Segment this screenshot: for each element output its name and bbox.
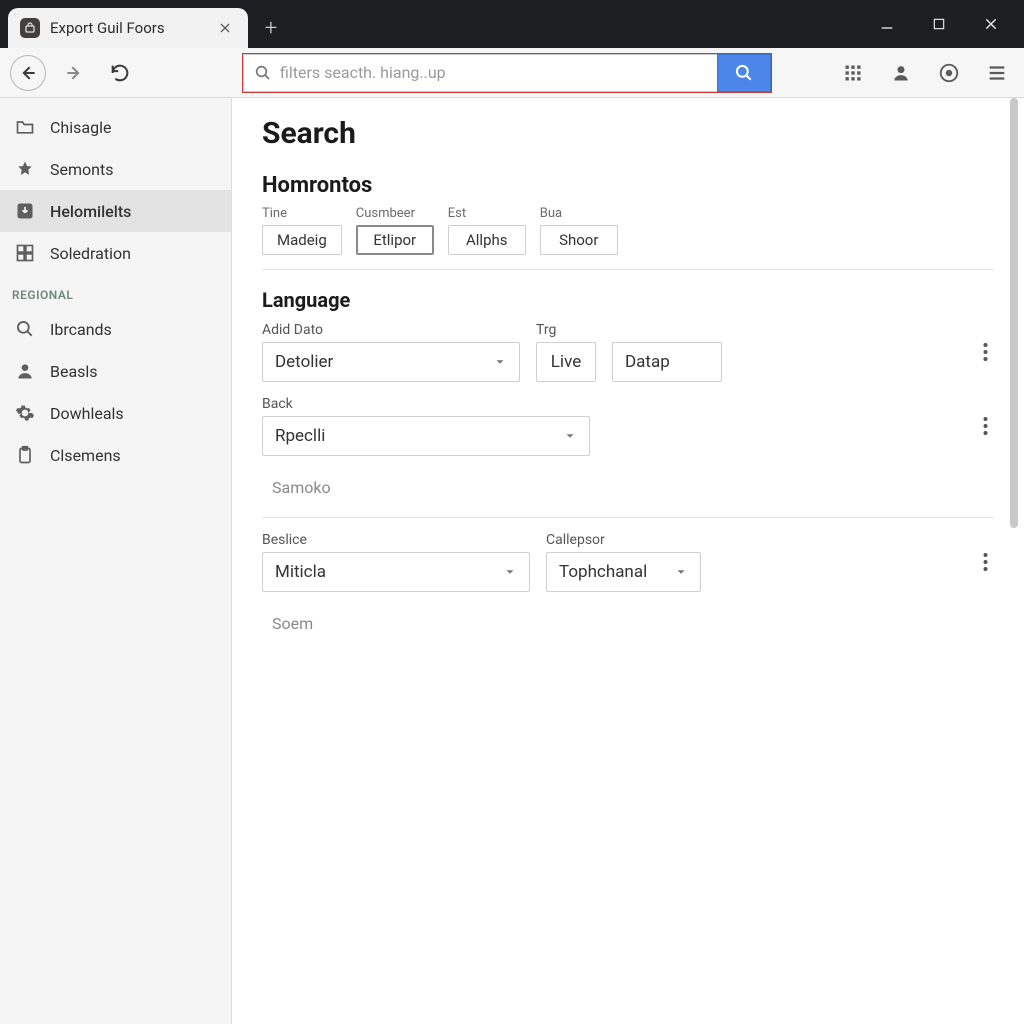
chevron-down-icon xyxy=(503,565,517,579)
pill-button-madeig[interactable]: Madeig xyxy=(262,225,342,255)
page-title: Search xyxy=(262,116,994,151)
form-row-3: Beslice Miticla Callepsor Tophchanal xyxy=(262,532,994,592)
address-input[interactable] xyxy=(280,63,707,82)
search-icon xyxy=(734,63,754,83)
sidebar-item-semonts[interactable]: Semonts xyxy=(0,148,231,190)
pill-group: Cusmbeer Etlipor xyxy=(356,206,434,255)
filter-pill-row: Tine Madeig Cusmbeer Etlipor Est Allphs Bua Sho… xyxy=(262,206,994,270)
row-menu-button[interactable] xyxy=(977,410,994,442)
nav-back-button[interactable] xyxy=(10,55,46,91)
hamburger-menu-icon[interactable] xyxy=(984,60,1010,86)
textbox-datap[interactable]: Datap xyxy=(612,342,722,382)
field-label: Callepsor xyxy=(546,532,701,548)
section-language-title: Language xyxy=(262,288,994,312)
ghost-row: Soem xyxy=(262,606,994,647)
nav-reload-button[interactable] xyxy=(102,55,138,91)
select-value: Tophchanal xyxy=(559,562,647,582)
address-bar[interactable] xyxy=(243,54,717,92)
folder-icon xyxy=(14,116,36,138)
window-minimize-button[interactable] xyxy=(874,11,900,37)
select-rpeclli[interactable]: Rpeclli xyxy=(262,416,590,456)
row-menu-button[interactable] xyxy=(977,336,994,368)
select-value: Rpeclli xyxy=(275,426,325,446)
sidebar-item-helomilelts[interactable]: Helomilelts xyxy=(0,190,231,232)
sidebar-item-label: Semonts xyxy=(50,160,113,179)
sidebar-item-soledration[interactable]: Soledration xyxy=(0,232,231,274)
sidebar-item-label: Soledration xyxy=(50,244,131,263)
row-menu-button[interactable] xyxy=(977,546,994,578)
person-icon xyxy=(14,360,36,382)
clipboard-icon xyxy=(14,444,36,466)
toolbar xyxy=(0,48,1024,98)
window-close-button[interactable] xyxy=(978,11,1004,37)
sidebar: Chisagle Semonts Helomilelts Soledration RE… xyxy=(0,98,232,1024)
pill-label: Cusmbeer xyxy=(356,206,434,221)
form-row-2: Back Rpeclli xyxy=(262,396,994,456)
pill-button-shoor[interactable]: Shoor xyxy=(540,225,618,255)
section-homrontos-title: Homrontos xyxy=(262,173,994,198)
star-icon xyxy=(14,158,36,180)
pill-label: Tine xyxy=(262,206,342,221)
field-label: Beslice xyxy=(262,532,530,548)
gear-icon xyxy=(14,402,36,424)
field-label: Back xyxy=(262,396,590,412)
divider xyxy=(262,517,994,518)
pill-group: Tine Madeig xyxy=(262,206,342,255)
sidebar-item-chisagle[interactable]: Chisagle xyxy=(0,106,231,148)
sidebar-item-label: Beasls xyxy=(50,362,98,381)
sidebar-item-label: Chisagle xyxy=(50,118,111,137)
select-tophchanal[interactable]: Tophchanal xyxy=(546,552,701,592)
address-bar-wrap xyxy=(243,54,771,92)
toolbar-right xyxy=(840,60,1014,86)
textbox-value: Datap xyxy=(625,352,670,372)
sidebar-item-clsemens[interactable]: Clsemens xyxy=(0,434,231,476)
profile-icon[interactable] xyxy=(888,60,914,86)
main-content: Search Homrontos Tine Madeig Cusmbeer Etlip… xyxy=(232,98,1024,1024)
tab-title: Export Guil Foors xyxy=(50,19,206,37)
target-icon[interactable] xyxy=(936,60,962,86)
textbox-live[interactable]: Live xyxy=(536,342,596,382)
chevron-down-icon xyxy=(674,565,688,579)
window-controls xyxy=(874,0,1018,48)
field-label: Adid Dato xyxy=(262,322,520,338)
pill-button-etlipor[interactable]: Etlipor xyxy=(356,225,434,255)
apps-grid-icon[interactable] xyxy=(840,60,866,86)
sidebar-item-label: Helomilelts xyxy=(50,202,131,221)
tab-favicon xyxy=(20,18,40,38)
download-box-icon xyxy=(14,200,36,222)
search-icon xyxy=(14,318,36,340)
form-row-1: Adid Dato Detolier Trg Live Datap xyxy=(262,322,994,382)
field-label xyxy=(612,322,722,338)
select-value: Miticla xyxy=(275,562,326,582)
pill-group: Bua Shoor xyxy=(540,206,618,255)
select-miticla[interactable]: Miticla xyxy=(262,552,530,592)
select-value: Detolier xyxy=(275,352,333,372)
chevron-down-icon xyxy=(563,429,577,443)
search-icon xyxy=(254,64,272,82)
tab-close-button[interactable] xyxy=(216,19,234,37)
sidebar-item-label: Dowhleals xyxy=(50,404,124,423)
sidebar-item-dowhleals[interactable]: Dowhleals xyxy=(0,392,231,434)
chevron-down-icon xyxy=(493,355,507,369)
pill-button-allphs[interactable]: Allphs xyxy=(448,225,526,255)
pill-group: Est Allphs xyxy=(448,206,526,255)
window-maximize-button[interactable] xyxy=(926,11,952,37)
ghost-row: Samoko xyxy=(262,470,994,511)
grid-icon xyxy=(14,242,36,264)
field-label: Trg xyxy=(536,322,596,338)
titlebar: Export Guil Foors + xyxy=(0,0,1024,48)
browser-tab[interactable]: Export Guil Foors xyxy=(8,8,248,48)
sidebar-item-label: Ibrcands xyxy=(50,320,112,339)
select-detolier[interactable]: Detolier xyxy=(262,342,520,382)
sidebar-item-label: Clsemens xyxy=(50,446,121,465)
sidebar-group-title: REGIONAL xyxy=(0,274,231,308)
nav-forward-button[interactable] xyxy=(56,55,92,91)
pill-label: Bua xyxy=(540,206,618,221)
new-tab-button[interactable]: + xyxy=(256,13,286,43)
pill-label: Est xyxy=(448,206,526,221)
sidebar-item-beasls[interactable]: Beasls xyxy=(0,350,231,392)
sidebar-item-ibrcands[interactable]: Ibrcands xyxy=(0,308,231,350)
textbox-value: Live xyxy=(551,352,581,372)
search-submit-button[interactable] xyxy=(717,54,771,92)
